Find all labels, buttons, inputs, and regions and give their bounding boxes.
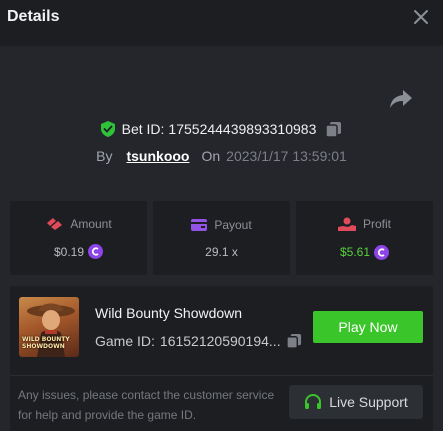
bet-chips-icon	[47, 218, 63, 230]
amount-value: $0.19	[53, 244, 85, 259]
copy-icon[interactable]	[325, 121, 342, 138]
close-icon[interactable]	[413, 9, 429, 25]
game-thumbnail[interactable]: WILD BOUNTY SHOWDOWN	[19, 297, 79, 357]
game-id-label: Game ID:	[95, 333, 155, 349]
username-link[interactable]: tsunkooo	[126, 148, 189, 164]
stat-profit: Profit $5.61	[296, 201, 433, 275]
profit-label: Profit	[362, 217, 391, 231]
headset-icon	[305, 394, 322, 409]
payout-label: Payout	[214, 217, 252, 232]
modal-title: Details	[7, 8, 60, 25]
wallet-icon	[191, 218, 208, 231]
bet-id-label: Bet ID:	[121, 121, 165, 137]
share-icon[interactable]	[389, 88, 413, 110]
stat-payout: Payout 29.1 x	[153, 201, 290, 275]
support-notice: Any issues, please contact the customer …	[18, 388, 275, 422]
on-label: On	[201, 148, 221, 164]
copy-icon[interactable]	[285, 333, 302, 349]
currency-coin-icon	[88, 244, 104, 259]
stats-row: Amount $0.19 Payout 29.1 x Profit $5.61	[10, 201, 433, 275]
bet-id-line: Bet ID: 17552444398933109​83	[0, 119, 443, 139]
verified-shield-icon	[100, 121, 115, 137]
modal-header: Details	[0, 0, 443, 46]
by-label: By	[96, 148, 113, 164]
stat-amount: Amount $0.19	[10, 201, 147, 275]
game-id-value: 16152120590194...	[159, 333, 281, 349]
game-logo-text: WILD BOUNTY SHOWDOWN	[22, 336, 70, 350]
live-support-button[interactable]: Live Support	[289, 385, 423, 419]
game-panel: WILD BOUNTY SHOWDOWN Wild Bounty Showdow…	[10, 286, 433, 431]
bet-datetime: 2023/1/17 13:59:01	[226, 148, 347, 164]
amount-label: Amount	[70, 217, 112, 231]
live-support-label: Live Support	[329, 394, 408, 410]
game-id-line: Game ID: 16152120590194...	[95, 333, 302, 349]
bet-owner-line: By tsunkooo On 2023/1/17 13:59:01	[0, 146, 443, 166]
currency-coin-icon	[374, 244, 390, 260]
profit-hand-icon	[337, 217, 356, 231]
details-modal: Details Bet ID: 17552444398933109​83 By …	[0, 0, 443, 431]
profit-value: $5.61	[339, 245, 371, 259]
game-name: Wild Bounty Showdown	[95, 305, 243, 321]
divider	[10, 375, 433, 376]
bet-id-value: 17552444398933109​83	[168, 121, 317, 137]
payout-value: 29.1 x	[205, 244, 238, 259]
play-now-button[interactable]: Play Now	[313, 311, 423, 343]
